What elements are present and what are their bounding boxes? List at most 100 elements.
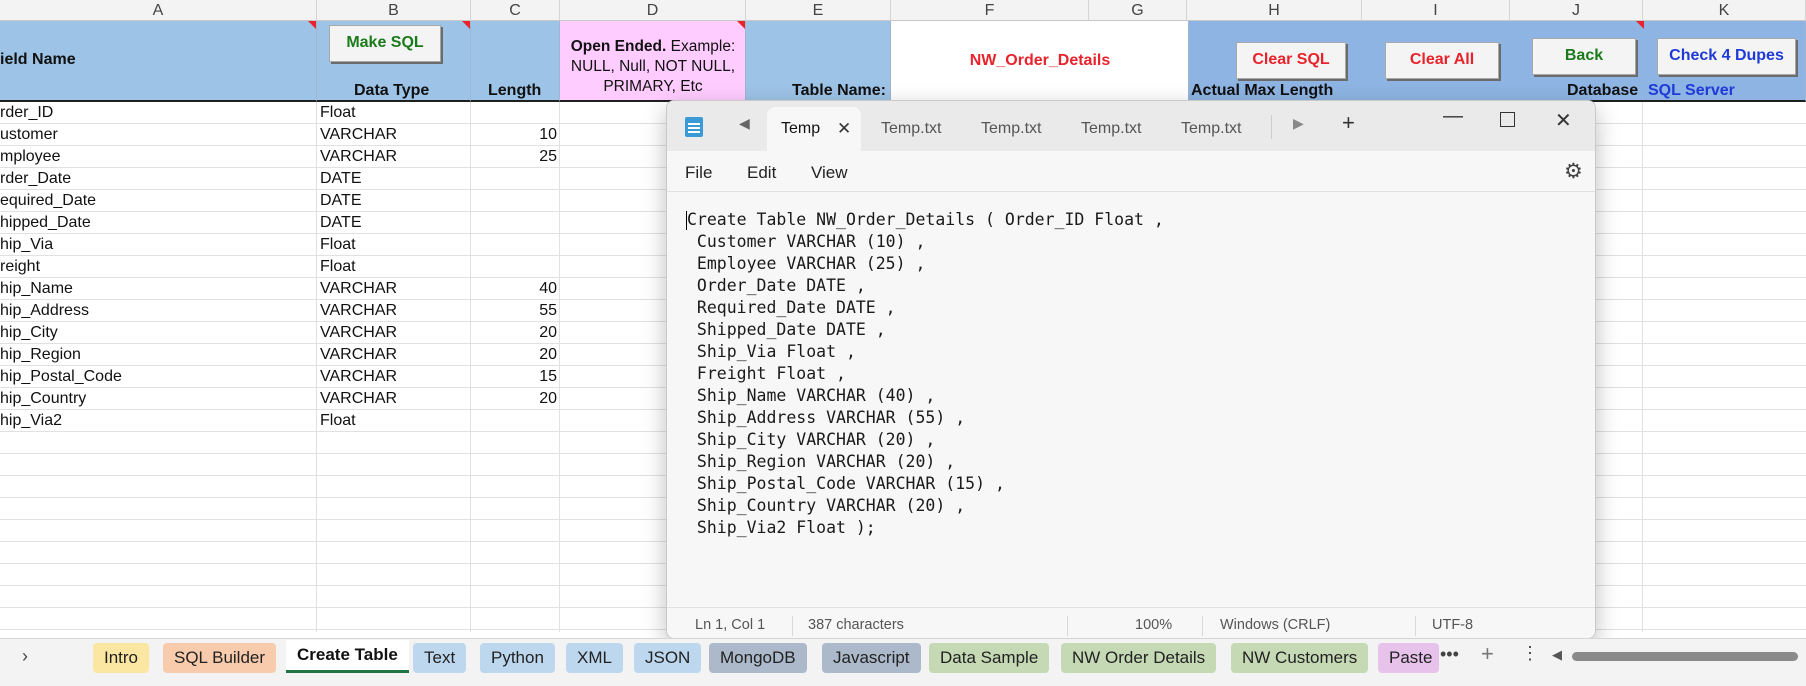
data-type-cell[interactable]: VARCHAR: [320, 322, 468, 344]
check-dupes-button[interactable]: Check 4 Dupes: [1657, 38, 1796, 75]
sheet-tab-mongodb[interactable]: MongoDB: [709, 643, 807, 673]
notepad-tab-active[interactable]: Temp ✕: [767, 107, 861, 151]
close-tab-icon[interactable]: ✕: [837, 107, 851, 151]
clear-all-button[interactable]: Clear All: [1385, 42, 1499, 79]
sheet-tab-nw-order-details[interactable]: NW Order Details: [1061, 643, 1217, 673]
notepad-window[interactable]: ◀ Temp ✕ Temp.txt Temp.txt Temp.txt Temp…: [666, 100, 1596, 639]
scroll-tabs-left-icon[interactable]: ◀: [739, 115, 750, 132]
length-cell[interactable]: [473, 256, 557, 278]
column-header-j[interactable]: J: [1510, 0, 1643, 21]
column-header-g[interactable]: G: [1089, 0, 1187, 21]
add-sheet-icon[interactable]: +: [1481, 641, 1494, 667]
length-cell[interactable]: [473, 102, 557, 124]
column-header-c[interactable]: C: [471, 0, 560, 21]
field-name-cell[interactable]: ustomer: [0, 124, 314, 146]
editor-content[interactable]: Create Table NW_Order_Details ( Order_ID…: [686, 209, 1164, 539]
sheet-tab-xml[interactable]: XML: [566, 643, 623, 673]
sheet-tab-intro[interactable]: Intro: [93, 643, 150, 673]
scroll-left-icon[interactable]: ◀: [1552, 647, 1562, 663]
sheet-tab-json[interactable]: JSON: [634, 643, 702, 673]
column-header-b[interactable]: B: [317, 0, 471, 21]
data-type-cell[interactable]: VARCHAR: [320, 344, 468, 366]
data-type-cell[interactable]: Float: [320, 234, 468, 256]
sheet-tab-paste[interactable]: Paste: [1378, 643, 1439, 673]
length-cell[interactable]: 20: [473, 388, 557, 410]
length-cell[interactable]: 10: [473, 124, 557, 146]
notepad-tab[interactable]: Temp.txt: [1181, 107, 1271, 151]
field-name-cell[interactable]: hip_Country: [0, 388, 314, 410]
field-name-cell[interactable]: rder_Date: [0, 168, 314, 190]
maximize-icon[interactable]: [1500, 112, 1515, 127]
menu-file[interactable]: File: [685, 163, 712, 183]
sheet-tab-text[interactable]: Text: [413, 643, 467, 673]
length-cell[interactable]: 55: [473, 300, 557, 322]
field-name-cell[interactable]: hip_City: [0, 322, 314, 344]
make-sql-button[interactable]: Make SQL: [329, 25, 441, 62]
minimize-icon[interactable]: —: [1443, 105, 1463, 128]
data-type-cell[interactable]: VARCHAR: [320, 278, 468, 300]
sheet-tab-javascript[interactable]: Javascript: [822, 643, 921, 673]
sheet-tab-python[interactable]: Python: [480, 643, 555, 673]
column-header-h[interactable]: H: [1187, 0, 1362, 21]
data-type-cell[interactable]: VARCHAR: [320, 300, 468, 322]
column-header-i[interactable]: I: [1362, 0, 1510, 21]
field-name-cell[interactable]: hip_Region: [0, 344, 314, 366]
sheet-options-icon[interactable]: ⋮: [1521, 643, 1539, 664]
sheet-nav-chevron-icon[interactable]: ›: [22, 646, 28, 667]
field-name-cell[interactable]: hip_Name: [0, 278, 314, 300]
horizontal-scrollbar[interactable]: [1572, 652, 1798, 661]
data-type-cell[interactable]: VARCHAR: [320, 124, 468, 146]
field-name-cell[interactable]: hip_Address: [0, 300, 314, 322]
field-name-cell[interactable]: equired_Date: [0, 190, 314, 212]
length-cell[interactable]: [473, 410, 557, 432]
column-header-a[interactable]: A: [0, 0, 317, 21]
length-cell[interactable]: 20: [473, 322, 557, 344]
menu-view[interactable]: View: [811, 163, 848, 183]
more-sheets-icon[interactable]: •••: [1440, 644, 1459, 665]
sheet-tab-create-table[interactable]: Create Table: [286, 640, 409, 673]
back-button[interactable]: Back: [1532, 38, 1636, 75]
length-cell[interactable]: [473, 212, 557, 234]
data-type-cell[interactable]: DATE: [320, 168, 468, 190]
length-cell[interactable]: 20: [473, 344, 557, 366]
sheet-tab-data-sample[interactable]: Data Sample: [929, 643, 1050, 673]
settings-gear-icon[interactable]: ⚙: [1564, 159, 1583, 184]
notepad-tab[interactable]: Temp.txt: [981, 107, 1071, 151]
column-header-k[interactable]: K: [1643, 0, 1806, 21]
sheet-tab-sql-builder[interactable]: SQL Builder: [163, 643, 277, 673]
field-name-cell[interactable]: hip_Postal_Code: [0, 366, 314, 388]
header-cell-table-name-value[interactable]: NW_Order_Details: [891, 21, 1189, 102]
field-name-cell[interactable]: hip_Via2: [0, 410, 314, 432]
data-type-cell[interactable]: Float: [320, 102, 468, 124]
new-tab-icon[interactable]: +: [1342, 110, 1355, 136]
close-window-icon[interactable]: ✕: [1555, 108, 1572, 133]
length-cell[interactable]: 40: [473, 278, 557, 300]
data-type-cell[interactable]: DATE: [320, 190, 468, 212]
status-zoom[interactable]: 100%: [1135, 610, 1172, 638]
data-type-cell[interactable]: VARCHAR: [320, 366, 468, 388]
data-type-cell[interactable]: VARCHAR: [320, 146, 468, 168]
scroll-tabs-right-icon[interactable]: ▶: [1293, 115, 1304, 132]
length-cell[interactable]: 15: [473, 366, 557, 388]
data-type-cell[interactable]: Float: [320, 256, 468, 278]
notepad-tab[interactable]: Temp.txt: [1081, 107, 1171, 151]
data-type-cell[interactable]: DATE: [320, 212, 468, 234]
length-cell[interactable]: [473, 234, 557, 256]
length-cell[interactable]: 25: [473, 146, 557, 168]
length-cell[interactable]: [473, 190, 557, 212]
field-name-cell[interactable]: hip_Via: [0, 234, 314, 256]
menu-edit[interactable]: Edit: [747, 163, 776, 183]
column-header-d[interactable]: D: [560, 0, 746, 21]
field-name-cell[interactable]: mployee: [0, 146, 314, 168]
clear-sql-button[interactable]: Clear SQL: [1236, 42, 1346, 79]
field-name-cell[interactable]: reight: [0, 256, 314, 278]
data-type-cell[interactable]: Float: [320, 410, 468, 432]
length-cell[interactable]: [473, 168, 557, 190]
sheet-tab-nw-customers[interactable]: NW Customers: [1231, 643, 1369, 673]
column-header-e[interactable]: E: [746, 0, 891, 21]
data-type-cell[interactable]: VARCHAR: [320, 388, 468, 410]
field-name-cell[interactable]: rder_ID: [0, 102, 314, 124]
notepad-tab[interactable]: Temp.txt: [881, 107, 971, 151]
field-name-cell[interactable]: hipped_Date: [0, 212, 314, 234]
column-header-f[interactable]: F: [891, 0, 1089, 21]
